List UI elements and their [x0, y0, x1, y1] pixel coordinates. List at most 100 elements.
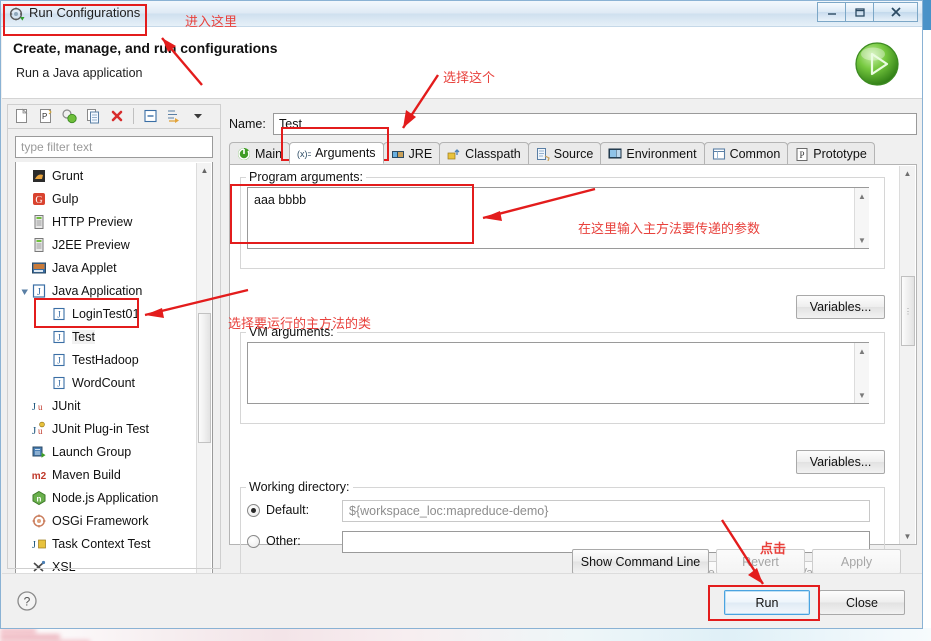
collapse-all-icon[interactable] [139, 106, 161, 126]
annotation-select-main-class: 选择要运行的主方法的类 [228, 317, 372, 332]
panel-scroll-thumb[interactable]: ⋮ [901, 276, 915, 346]
scroll-up-icon[interactable]: ▲ [197, 163, 212, 178]
scroll-up-icon[interactable]: ▲ [900, 166, 915, 181]
maven-icon: m2 [30, 466, 47, 483]
configuration-name-input[interactable]: Test [273, 113, 917, 135]
tree-vertical-scrollbar[interactable]: ▲ ▼ [196, 163, 211, 584]
tree-item-java-application[interactable]: J Java Application [16, 279, 196, 302]
server-icon [30, 213, 47, 230]
tab-classpath[interactable]: Classpath [439, 142, 529, 164]
configuration-tabs: Main (x)= Arguments JRE Classpath Source Envir… [229, 142, 917, 165]
tree-item-label: Java Applet [52, 260, 117, 275]
tab-label: JRE [408, 146, 433, 161]
tree-item-label: JUnit Plug-in Test [52, 421, 150, 436]
tree-item-junit[interactable]: Ju JUnit [16, 394, 196, 417]
new-prototype-icon[interactable]: P [34, 106, 56, 126]
working-directory-label: Working directory: [246, 480, 353, 494]
help-icon[interactable]: ? [16, 590, 38, 612]
vm-arguments-variables-button[interactable]: Variables... [796, 450, 885, 474]
svg-text:u: u [38, 402, 43, 412]
svg-text:n: n [36, 494, 41, 503]
junit-icon: Ju [30, 397, 47, 414]
vm-arguments-scrollbar[interactable]: ▲ ▼ [854, 343, 869, 403]
tree-item-testhadoop[interactable]: J TestHadoop [16, 348, 196, 371]
panel-vertical-scrollbar[interactable]: ▲ ⋮ ▼ [899, 166, 915, 544]
launch-group-icon [30, 443, 47, 460]
tab-arguments[interactable]: (x)= Arguments [289, 142, 384, 164]
tree-item-label: Java Application [52, 283, 143, 298]
tab-common[interactable]: Common [703, 142, 789, 164]
tab-label: Source [553, 146, 594, 161]
nodejs-icon: n [30, 489, 47, 506]
tree-item-http-preview[interactable]: HTTP Preview [16, 210, 196, 233]
expand-arrow-icon[interactable] [20, 286, 30, 296]
configurations-tree[interactable]: Grunt G Gulp HTTP Preview J2EE Preview Java A… [15, 162, 213, 587]
scroll-down-icon[interactable]: ▼ [855, 388, 869, 402]
working-directory-default-radio[interactable]: Default: [247, 503, 309, 517]
tree-item-label: HTTP Preview [52, 214, 133, 229]
export-icon[interactable] [58, 106, 80, 126]
close-dialog-button[interactable]: Close [819, 590, 905, 615]
new-configuration-icon[interactable] [10, 106, 32, 126]
vm-arguments-textarea[interactable] [247, 342, 869, 404]
tree-item-label: Test [72, 329, 95, 344]
tree-item-java-applet[interactable]: Java Applet [16, 256, 196, 279]
tree-item-label: Gulp [52, 191, 79, 206]
tree-item-label: Task Context Test [52, 536, 151, 551]
scroll-down-icon[interactable]: ▼ [900, 529, 915, 544]
tab-label: Classpath [465, 146, 521, 161]
name-label: Name: [229, 117, 266, 131]
tree-item-task-context-test[interactable]: J Task Context Test [16, 532, 196, 555]
jre-tab-icon [391, 147, 405, 161]
gulp-icon: G [30, 190, 47, 207]
tab-source[interactable]: Source [527, 142, 602, 164]
tree-item-osgi-framework[interactable]: OSGi Framework [16, 509, 196, 532]
svg-text:(x)=: (x)= [297, 149, 311, 159]
tree-item-gulp[interactable]: G Gulp [16, 187, 196, 210]
tree-item-j2ee-preview[interactable]: J2EE Preview [16, 233, 196, 256]
tree-item-node-js-application[interactable]: n Node.js Application [16, 486, 196, 509]
scroll-up-icon[interactable]: ▲ [855, 189, 869, 203]
scroll-up-icon[interactable]: ▲ [855, 344, 869, 358]
show-command-line-button[interactable]: Show Command Line [572, 549, 709, 574]
title-bar: Run Configurations [1, 1, 922, 27]
delete-icon[interactable] [106, 106, 128, 126]
configuration-editor: Name: Test Main (x)= Arguments JRE Classpath… [229, 113, 917, 589]
tree-item-junit-plug-in-test[interactable]: Ju JUnit Plug-in Test [16, 417, 196, 440]
svg-text:J: J [32, 540, 36, 551]
tab-label: Common [729, 146, 781, 161]
tree-item-test[interactable]: J Test [16, 325, 196, 348]
apply-button[interactable]: Apply [812, 549, 901, 574]
junit-plugin-icon: Ju [30, 420, 47, 437]
tree-item-maven-build[interactable]: m2 Maven Build [16, 463, 196, 486]
maximize-button[interactable] [845, 2, 874, 22]
tab-jre[interactable]: JRE [382, 142, 441, 164]
program-arguments-scrollbar[interactable]: ▲ ▼ [854, 188, 869, 248]
minimize-button[interactable] [817, 2, 846, 22]
duplicate-icon[interactable] [82, 106, 104, 126]
tree-item-label: XSL [52, 559, 76, 574]
svg-text:P: P [800, 150, 805, 160]
svg-text:J: J [32, 425, 37, 437]
tree-item-logintest01[interactable]: J LoginTest01 [16, 302, 196, 325]
dialog-footer: ? Run Close [2, 573, 922, 628]
filter-input[interactable]: type filter text [15, 136, 213, 158]
tree-item-wordcount[interactable]: J WordCount [16, 371, 196, 394]
tab-prototype[interactable]: P Prototype [787, 142, 875, 164]
tree-item-grunt[interactable]: Grunt [16, 164, 196, 187]
filter-icon[interactable] [163, 106, 185, 126]
working-directory-other-radio[interactable]: Other: [247, 534, 301, 548]
tab-environment[interactable]: Environment [600, 142, 705, 164]
close-button[interactable] [873, 2, 918, 22]
run-button[interactable]: Run [724, 590, 810, 615]
scroll-down-icon[interactable]: ▼ [855, 233, 869, 247]
tab-label: Environment [626, 146, 697, 161]
svg-text:J: J [57, 378, 61, 388]
tree-scroll-thumb[interactable] [198, 313, 211, 443]
tab-main[interactable]: Main [229, 142, 291, 164]
tree-item-launch-group[interactable]: Launch Group [16, 440, 196, 463]
tree-item-label: J2EE Preview [52, 237, 130, 252]
program-arguments-textarea[interactable]: aaa bbbb [247, 187, 869, 249]
program-arguments-variables-button[interactable]: Variables... [796, 295, 885, 319]
view-menu-icon[interactable] [187, 106, 209, 126]
